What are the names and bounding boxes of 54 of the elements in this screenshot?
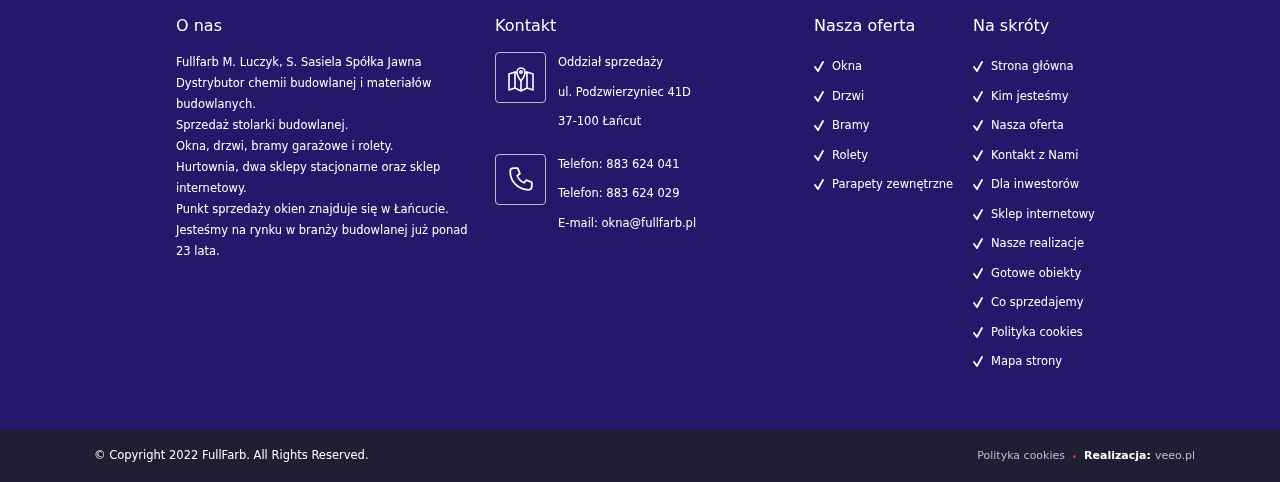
section-heading: Nasza oferta (814, 15, 917, 37)
shortcut-link[interactable]: Nasze realizacje (991, 235, 1085, 253)
check-icon (973, 326, 983, 338)
about-text: Dystrybutor chemii budowlanej i materiałów budowlanych. (176, 75, 433, 113)
section-heading: O nas (176, 15, 223, 37)
check-icon (814, 120, 824, 132)
phone-icon (507, 166, 534, 192)
offer-link[interactable]: Okna (832, 58, 863, 76)
check-icon (973, 267, 983, 279)
shortcut-link[interactable]: Nasza oferta (991, 117, 1064, 135)
about-text: Hurtownia, dwa sklepy stacjonarne oraz sklep internetowy. (176, 159, 442, 197)
about-text: Punkt sprzedaży okien znajduje się w Łańcucie. (176, 201, 450, 218)
shortcut-link[interactable]: Kim jesteśmy (991, 87, 1069, 105)
check-icon (973, 208, 983, 220)
shortcut-link[interactable]: Co sprzedajemy (991, 294, 1084, 312)
about-text: Okna, drzwi, bramy garażowe i rolety. (176, 138, 395, 155)
about-text: Jesteśmy na rynku w branży budowlanej już ponad 23 lata. (176, 222, 469, 260)
check-icon (973, 120, 983, 132)
contact-text: Telefon: 883 624 029 (558, 185, 681, 202)
check-icon (814, 61, 824, 73)
credit-label: Realizacja: (1084, 447, 1151, 464)
contact-text: ul. Podzwierzyniec 41D (558, 83, 691, 101)
offer-link[interactable]: Bramy (832, 117, 870, 135)
cookies-link[interactable]: Polityka cookies (977, 447, 1066, 465)
shortcut-link[interactable]: Gotowe obiekty (991, 264, 1082, 282)
check-icon (814, 90, 824, 102)
check-icon (973, 149, 983, 161)
copyright-text: © Copyright 2022 FullFarb. All Rights Reserved. (94, 447, 369, 465)
contact-text: E-mail: okna@fullfarb.pl (558, 214, 697, 232)
shortcut-link[interactable]: Kontakt z Nami (991, 146, 1079, 164)
section-heading: Kontakt (495, 15, 558, 37)
about-text: Sprzedaż stolarki budowlanej. (176, 117, 350, 134)
check-icon (814, 149, 824, 161)
shortcut-link[interactable]: Dla inwestorów (991, 176, 1080, 194)
check-icon (973, 238, 983, 250)
check-icon (973, 356, 983, 368)
shortcut-link[interactable]: Strona główna (991, 58, 1074, 76)
about-text: Fullfarb M. Luczyk, S. Sasiela Spółka Jawna (176, 54, 423, 71)
offer-link[interactable]: Rolety (832, 146, 869, 164)
offer-link[interactable]: Drzwi (832, 87, 865, 105)
shortcut-link[interactable]: Sklep internetowy (991, 205, 1095, 223)
check-icon (973, 297, 983, 309)
check-icon (973, 90, 983, 102)
shortcut-link[interactable]: Polityka cookies (991, 323, 1083, 341)
contact-text: Oddział sprzedaży (558, 54, 665, 71)
offer-link[interactable]: Parapety zewnętrzne (832, 176, 954, 194)
contact-text: Telefon: 883 624 041 (558, 155, 681, 173)
shortcut-link[interactable]: Mapa strony (991, 353, 1063, 371)
contact-text: 37-100 Łańcut (558, 113, 643, 130)
credit-link[interactable]: veeo.pl (1154, 447, 1195, 465)
check-icon (814, 179, 824, 191)
check-icon (973, 179, 983, 191)
section-heading: Na skróty (973, 15, 1051, 37)
check-icon (973, 61, 983, 73)
